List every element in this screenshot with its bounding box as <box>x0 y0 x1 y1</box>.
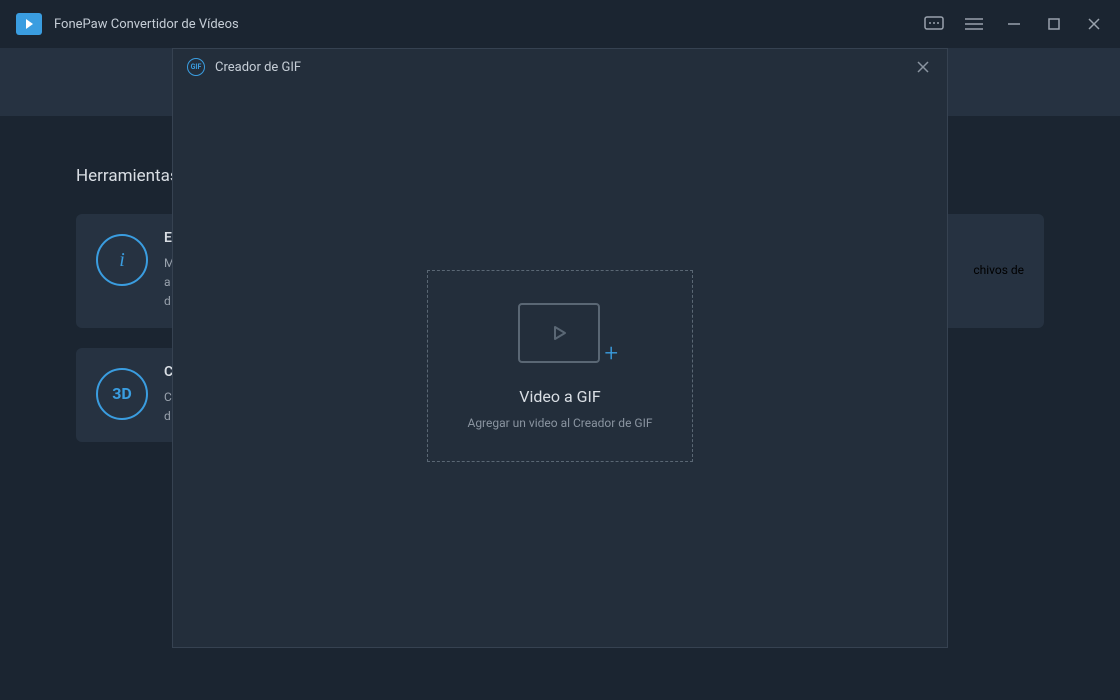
video-add-icon: + <box>532 303 588 365</box>
dropzone-title: Video a GIF <box>519 387 600 406</box>
info-icon: i <box>96 234 148 286</box>
modal-header: GIF Creador de GIF <box>173 49 947 85</box>
title-bar: FonePaw Convertidor de Vídeos <box>0 0 1120 48</box>
minimize-button[interactable] <box>1004 14 1024 34</box>
menu-icon[interactable] <box>964 14 984 34</box>
dropzone-subtitle: Agregar un video al Creador de GIF <box>467 416 652 430</box>
gif-icon: GIF <box>187 58 205 76</box>
3d-icon: 3D <box>96 368 148 420</box>
close-button[interactable] <box>1084 14 1104 34</box>
app-window: FonePaw Convertidor de Vídeos Herramient… <box>0 0 1120 700</box>
video-to-gif-dropzone[interactable]: + Video a GIF Agregar un video al Creado… <box>427 270 693 462</box>
app-title: FonePaw Convertidor de Vídeos <box>54 17 239 32</box>
card-desc: chivos de <box>973 261 1024 280</box>
feedback-icon[interactable] <box>924 14 944 34</box>
modal-close-button[interactable] <box>913 57 933 77</box>
modal-title: Creador de GIF <box>215 60 301 75</box>
app-logo <box>16 13 42 35</box>
gif-creator-modal: GIF Creador de GIF + Video a GIF A <box>172 48 948 648</box>
maximize-button[interactable] <box>1044 14 1064 34</box>
plus-icon: + <box>604 339 618 367</box>
